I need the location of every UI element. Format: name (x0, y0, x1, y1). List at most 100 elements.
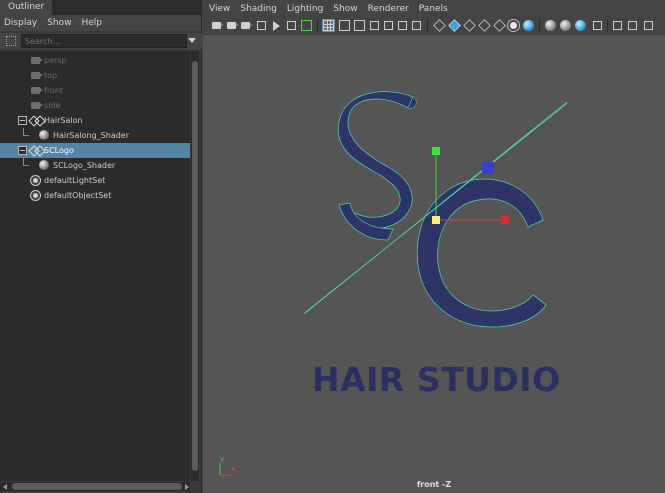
outliner-item-top[interactable]: top (0, 68, 190, 83)
axis-label-x: x (231, 465, 236, 473)
field-chart-icon[interactable] (384, 21, 393, 30)
camera-icon (31, 57, 43, 64)
x-ray-joints-icon[interactable] (628, 21, 637, 30)
camera-icon (31, 72, 43, 79)
viewport-scene[interactable]: HAIR STUDIO y x front -Z (203, 34, 665, 493)
resolution-gate-icon[interactable] (354, 20, 365, 31)
menu-view[interactable]: View (209, 4, 230, 14)
outliner-item-sclogo-shader[interactable]: SCLogo_Shader (0, 158, 190, 173)
image-plane-icon[interactable] (257, 21, 266, 30)
bookmarks-icon[interactable] (241, 22, 253, 29)
outliner-vertical-scrollbar[interactable] (191, 51, 199, 481)
outliner-item-label: HairSalong_Shader (53, 131, 130, 140)
wireframe-icon[interactable] (433, 19, 446, 32)
safe-action-icon[interactable] (398, 21, 407, 30)
menu-panels[interactable]: Panels (419, 4, 448, 14)
outliner-item-defaultlightset[interactable]: defaultLightSet (0, 173, 190, 188)
outliner-item-label: top (44, 71, 58, 80)
textured-icon[interactable] (478, 19, 491, 32)
outliner-tab-strip: Outliner (0, 0, 201, 15)
grease-pencil-active-icon[interactable] (301, 20, 312, 31)
viewport-panel: View Shading Lighting Show Renderer Pane… (203, 0, 665, 493)
safe-title-icon[interactable] (412, 21, 421, 30)
wireframe-on-shaded-icon[interactable] (463, 19, 476, 32)
scroll-left-icon[interactable] (3, 484, 7, 490)
use-all-lights-icon[interactable] (493, 19, 506, 32)
tree-connector (23, 128, 29, 136)
scroll-right-icon[interactable] (185, 484, 189, 490)
outliner-panel: Outliner Display Show Help persp top fro… (0, 0, 202, 493)
transform-node-icon (30, 116, 42, 125)
menu-display[interactable]: Display (4, 18, 37, 28)
move-manipulator-center-handle (432, 216, 440, 224)
outliner-horizontal-scrollbar[interactable] (0, 482, 190, 491)
camera-attributes-icon[interactable] (227, 22, 239, 29)
outliner-item-label: SCLogo (44, 146, 74, 155)
outliner-item-front[interactable]: front (0, 83, 190, 98)
select-camera-icon[interactable] (212, 22, 224, 29)
tab-outliner[interactable]: Outliner (0, 0, 53, 15)
outliner-tree: persp top front side HairSalon HairSalon… (0, 51, 190, 481)
x-ray-icon[interactable] (613, 21, 622, 30)
transform-node-icon (30, 146, 42, 155)
outliner-item-label: side (44, 101, 61, 110)
isolate-select-icon[interactable] (593, 21, 602, 30)
outliner-item-hairsalong-shader[interactable]: HairSalong_Shader (0, 128, 190, 143)
shader-sphere-icon (39, 160, 49, 170)
menu-lighting[interactable]: Lighting (287, 4, 323, 14)
exposure-icon[interactable] (644, 21, 653, 30)
camera-icon (31, 102, 43, 109)
outliner-item-label: persp (44, 56, 67, 65)
tree-connector (23, 158, 29, 166)
logo-text-hair-studio: HAIR STUDIO (312, 360, 561, 399)
filter-icon[interactable] (6, 36, 16, 46)
toolbar-separator (317, 19, 318, 32)
multisample-antialiasing-icon[interactable] (560, 20, 571, 31)
outliner-item-label: front (44, 86, 64, 95)
toolbar-separator (427, 19, 428, 32)
camera-icon (31, 87, 43, 94)
set-icon (30, 175, 41, 186)
viewport-toolbar (203, 17, 665, 34)
logo-letter-c-shape (416, 178, 547, 328)
screen-space-ambient-occlusion-icon[interactable] (523, 20, 534, 31)
menu-show[interactable]: Show (47, 18, 71, 28)
logo-geometry (219, 91, 568, 476)
menu-shading[interactable]: Shading (240, 4, 277, 14)
outliner-item-sclogo[interactable]: SCLogo (0, 143, 190, 158)
collapse-icon[interactable] (18, 116, 27, 125)
grid-icon[interactable] (322, 19, 335, 32)
outliner-item-label: defaultObjectSet (44, 191, 112, 200)
move-manipulator-z-handle (482, 162, 494, 174)
search-input[interactable] (21, 34, 187, 48)
scrollbar-thumb[interactable] (12, 483, 182, 490)
set-icon (30, 190, 41, 201)
viewport-menubar: View Shading Lighting Show Renderer Pane… (203, 0, 665, 17)
smooth-shade-icon[interactable] (448, 19, 461, 32)
toolbar-separator (539, 19, 540, 32)
outliner-search-row (0, 33, 202, 49)
grease-pencil-icon[interactable] (287, 21, 296, 30)
outliner-item-side[interactable]: side (0, 98, 190, 113)
motion-blur-icon[interactable] (545, 20, 556, 31)
depth-of-field-icon[interactable] (575, 20, 586, 31)
two-d-pan-zoom-icon[interactable] (273, 21, 280, 31)
menu-help[interactable]: Help (81, 18, 102, 28)
shader-sphere-icon (39, 130, 49, 140)
outliner-item-label: SCLogo_Shader (53, 161, 116, 170)
camera-name-label: front -Z (416, 480, 452, 489)
move-manipulator-y-handle (432, 147, 440, 155)
menu-renderer[interactable]: Renderer (368, 4, 409, 14)
outliner-menubar: Display Show Help (0, 15, 201, 31)
scrollbar-thumb[interactable] (192, 61, 198, 471)
outliner-item-persp[interactable]: persp (0, 53, 190, 68)
outliner-item-label: HairSalon (44, 116, 83, 125)
collapse-icon[interactable] (18, 146, 27, 155)
film-gate-icon[interactable] (339, 20, 350, 31)
outliner-item-hairsalon[interactable]: HairSalon (0, 113, 190, 128)
outliner-item-defaultobjectset[interactable]: defaultObjectSet (0, 188, 190, 203)
menu-show[interactable]: Show (333, 4, 357, 14)
gate-mask-icon[interactable] (370, 21, 379, 30)
chevron-down-icon[interactable] (188, 38, 196, 43)
shadows-icon[interactable] (510, 22, 517, 29)
